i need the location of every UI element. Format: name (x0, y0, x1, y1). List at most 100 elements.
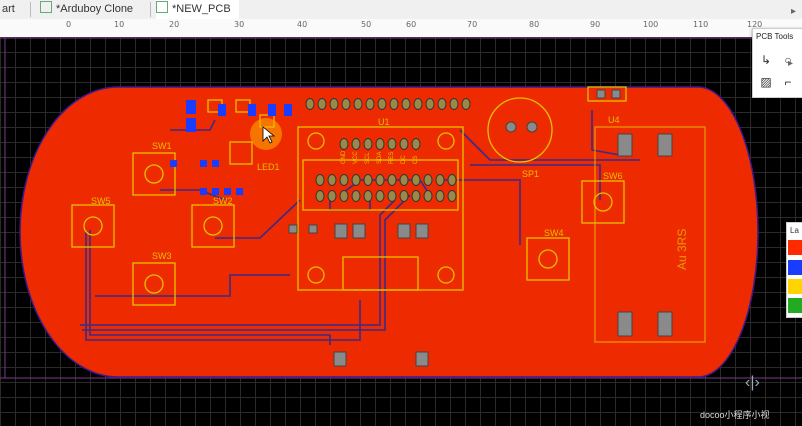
header-pin (351, 174, 361, 186)
th-pad (352, 223, 366, 239)
header-pin (425, 98, 435, 110)
panel-scroll-icon[interactable]: ▸ (788, 58, 793, 69)
th-pad (415, 351, 429, 367)
pcb-tools-title: PCB Tools (756, 32, 794, 41)
header-pin (423, 174, 433, 186)
header-pin (339, 138, 349, 150)
u1-label: U1 (378, 117, 390, 127)
th-pad (397, 223, 411, 239)
pcb-board-drawing: U1 LED1 SW1 SW2 SW3 SW4 SW5 SW6 SP1 U4 A… (0, 37, 802, 379)
sp1-label: SP1 (522, 169, 539, 179)
battery-pad (657, 133, 673, 157)
smd-pad (236, 188, 243, 195)
smd-pad (218, 104, 226, 116)
pin-label-res: RES (389, 152, 395, 164)
sw6-label: SW6 (603, 171, 623, 181)
th-pad (333, 351, 347, 367)
header-pin (363, 138, 373, 150)
header-pin (377, 98, 387, 110)
battery-pad (657, 311, 673, 337)
header-pin (449, 98, 459, 110)
header-pin (305, 98, 315, 110)
route-track-icon[interactable]: ↳ (759, 53, 773, 67)
layer-board-icon[interactable] (788, 298, 802, 313)
layers-title: La (790, 226, 799, 235)
layer-bottom-icon[interactable] (788, 260, 802, 275)
header-pin (447, 190, 457, 202)
smd-pad (212, 160, 219, 167)
led1-label: LED1 (257, 162, 280, 172)
header-pin (411, 138, 421, 150)
smd-pad (200, 188, 207, 195)
watermark-logo-icon: ‹|› (745, 374, 760, 391)
battery-pad (617, 133, 633, 157)
smd-pad (186, 100, 196, 114)
layer-top-icon[interactable] (788, 240, 802, 255)
pin-label-cs: CS (413, 156, 419, 164)
header-pin (375, 138, 385, 150)
th-pad (334, 223, 348, 239)
header-pin (461, 98, 471, 110)
layers-panel: La (786, 222, 802, 318)
header-pin (401, 98, 411, 110)
u4-pad (596, 89, 606, 99)
header-pin (363, 174, 373, 186)
header-pin (387, 190, 397, 202)
sw5-label: SW5 (91, 196, 111, 206)
smd-pad (268, 104, 276, 116)
battery-pad (617, 311, 633, 337)
header-pin (327, 190, 337, 202)
header-pin (339, 190, 349, 202)
board-outline[interactable] (19, 86, 759, 378)
pin-label-dc: DC (401, 155, 407, 164)
image-icon[interactable]: ▨ (759, 75, 773, 89)
header-pin (435, 190, 445, 202)
header-pin (399, 174, 409, 186)
via-pad (288, 224, 298, 234)
header-pin (365, 98, 375, 110)
header-pin (363, 190, 373, 202)
dimension-icon[interactable]: ⌐ (781, 75, 795, 89)
header-pin (437, 98, 447, 110)
u4-label: U4 (608, 115, 620, 125)
header-pin (315, 190, 325, 202)
header-pin (341, 98, 351, 110)
pcb-tools-panel: PCB Tools ↳ ○ ▨ ⌐ (752, 28, 802, 98)
via-pad (308, 224, 318, 234)
speaker-pad (526, 121, 538, 133)
sw3-label: SW3 (152, 251, 172, 261)
header-pin (315, 174, 325, 186)
header-pin (387, 138, 397, 150)
header-pin (353, 98, 363, 110)
u4-pad (611, 89, 621, 99)
header-pin (351, 190, 361, 202)
watermark-text: docoo小程序小视 (700, 410, 770, 420)
layer-silkscreen-icon[interactable] (788, 279, 802, 294)
header-pin (375, 174, 385, 186)
header-pin (317, 98, 327, 110)
pin-label-vcc: VCC (353, 151, 359, 164)
header-pin (351, 138, 361, 150)
smd-pad (224, 188, 231, 195)
smd-pad (186, 118, 196, 132)
battery-label: Au 3RS (675, 229, 689, 270)
header-pin (387, 174, 397, 186)
pin-label-sda: SDA (377, 152, 383, 164)
header-pin (447, 174, 457, 186)
header-pin (339, 174, 349, 186)
header-pin (389, 98, 399, 110)
header-pin (327, 174, 337, 186)
sw2-label: SW2 (213, 196, 233, 206)
smd-pad (170, 160, 177, 167)
pin-label-gnd: GND (341, 150, 347, 164)
th-pad (415, 223, 429, 239)
header-pin (399, 138, 409, 150)
header-pin (411, 190, 421, 202)
smd-pad (248, 104, 256, 116)
header-pin (411, 174, 421, 186)
header-pin (435, 174, 445, 186)
smd-pad (200, 160, 207, 167)
smd-pad (212, 188, 219, 195)
pin-label-scl: SCL (365, 152, 371, 164)
speaker-pad (505, 121, 517, 133)
